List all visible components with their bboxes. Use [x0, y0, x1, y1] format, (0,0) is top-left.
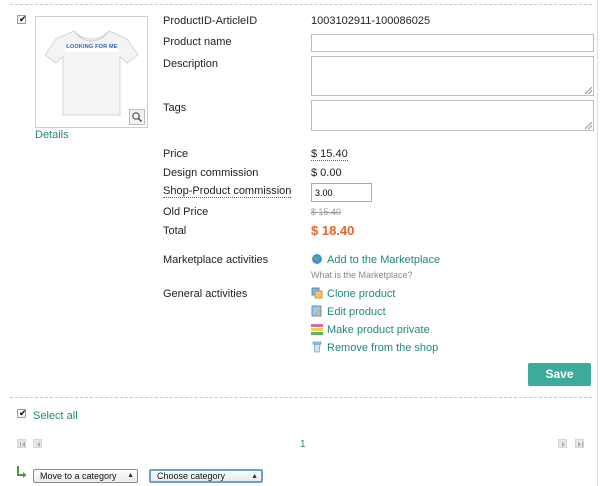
resize-grip[interactable]: [585, 87, 592, 94]
save-button[interactable]: Save: [528, 363, 591, 386]
price-value: $ 15.40: [311, 148, 348, 161]
tags-textarea[interactable]: [311, 100, 594, 131]
edit-icon: [311, 305, 322, 317]
old-price-label: Old Price: [163, 206, 209, 218]
chevron-updown-icon: ▲: [251, 473, 258, 480]
price-label: Price: [163, 148, 189, 160]
last-page-icon[interactable]: [575, 439, 584, 448]
next-page-icon[interactable]: [558, 439, 567, 448]
bottom-divider: [10, 397, 592, 398]
move-select-value: Move to a category: [40, 471, 117, 481]
edit-product-link[interactable]: Edit product: [327, 306, 386, 318]
resize-grip[interactable]: [585, 122, 592, 129]
clone-product-link[interactable]: Clone product: [327, 288, 396, 300]
design-commission-label: Design commission: [163, 167, 259, 179]
shirt-slogan: LOOKING FOR ME: [66, 44, 118, 50]
design-commission-value: $ 0.00: [311, 167, 342, 179]
move-arrow-icon: [17, 466, 27, 478]
top-divider: [10, 4, 592, 5]
product-checkbox[interactable]: ✔: [17, 14, 27, 24]
select-all-label[interactable]: Select all: [33, 410, 78, 422]
product-name-label: Product name: [163, 36, 232, 48]
details-link[interactable]: Details: [35, 129, 69, 141]
product-id-value: 1003102911-100086025: [311, 15, 431, 27]
add-to-marketplace-link[interactable]: Add to the Marketplace: [327, 254, 440, 266]
choose-category-select[interactable]: Choose category ▲: [149, 469, 263, 483]
description-label: Description: [163, 58, 219, 70]
product-thumbnail[interactable]: LOOKING FOR ME: [35, 16, 148, 128]
total-label: Total: [163, 225, 187, 237]
trash-icon: [312, 341, 322, 353]
clone-icon: [311, 287, 323, 299]
general-activities-label: General activities: [163, 288, 248, 300]
zoom-icon[interactable]: [129, 109, 145, 125]
product-id-label: ProductID-ArticleID: [163, 15, 258, 27]
marketplace-icon: [312, 254, 322, 264]
tags-label: Tags: [163, 102, 187, 114]
page-number[interactable]: 1: [300, 439, 306, 450]
shop-commission-input[interactable]: [311, 183, 372, 202]
select-all-checkbox[interactable]: ✔: [17, 408, 27, 418]
remove-from-shop-link[interactable]: Remove from the shop: [327, 342, 438, 354]
move-to-category-select[interactable]: Move to a category ▲: [33, 469, 138, 483]
private-icon: [311, 324, 323, 335]
category-select-value: Choose category: [157, 471, 226, 481]
chevron-updown-icon: ▲: [127, 472, 134, 479]
right-border: [597, 0, 598, 486]
old-price-value: $ 15.40: [311, 207, 342, 217]
first-page-icon[interactable]: [17, 439, 26, 448]
total-value: $ 18.40: [311, 223, 355, 238]
description-textarea[interactable]: [311, 56, 594, 96]
marketplace-label: Marketplace activities: [163, 254, 269, 266]
make-private-link[interactable]: Make product private: [327, 324, 430, 336]
shop-commission-label: Shop-Product commission: [163, 185, 292, 198]
marketplace-help-text[interactable]: What is the Marketplace?: [311, 270, 413, 280]
product-name-input[interactable]: [311, 34, 594, 52]
prev-page-icon[interactable]: [33, 439, 42, 448]
